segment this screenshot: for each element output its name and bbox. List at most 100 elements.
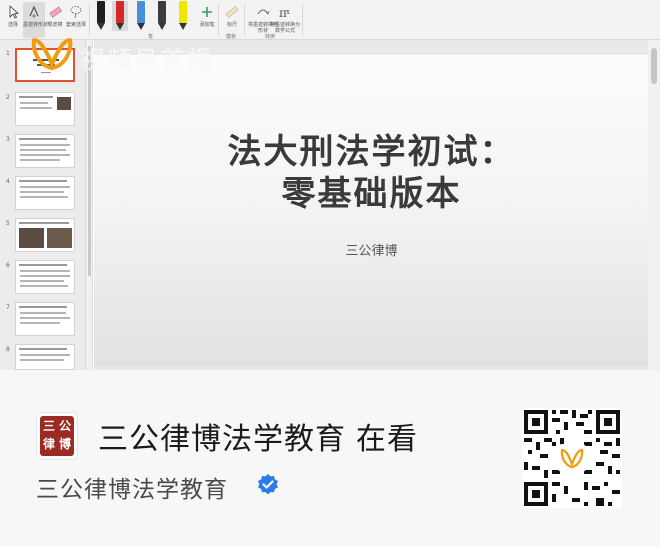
thumbnail-text-line (20, 196, 68, 198)
ink-to-shape-icon (29, 5, 39, 18)
convert-group-label: 转换 (265, 34, 276, 40)
thumbnail-text-line (20, 149, 66, 151)
pen-tip (179, 23, 187, 30)
stencils-group-label: 模板 (226, 34, 237, 40)
math-icon: πx (279, 6, 290, 20)
thumbnail-text-line (20, 285, 68, 287)
pen-red[interactable] (112, 1, 128, 31)
thumbnail-card (15, 260, 75, 294)
pen-tip (97, 23, 105, 30)
thumbnail-6[interactable]: 6 (0, 260, 86, 300)
account-title[interactable]: 三公律博法学教育 (98, 422, 346, 457)
pen-tip (116, 23, 124, 30)
thumbnail-text-line (20, 317, 70, 319)
thumbnail-2[interactable]: 2 (0, 92, 86, 132)
slide-scrollbar[interactable] (648, 40, 660, 370)
pen-blue[interactable] (133, 1, 149, 31)
qr-code[interactable] (522, 408, 622, 508)
thumbnail-title-line (19, 348, 67, 350)
ruler-icon (225, 6, 239, 18)
add-pen-label: 添加笔 (199, 22, 215, 28)
thumbnail-title-line (19, 264, 67, 266)
thumbnail-text-line (20, 354, 70, 356)
eraser-tool-label: 橡皮擦 (47, 22, 63, 28)
ink-ribbon: 选择 墨迹转形状 橡皮擦 套索选择 添加笔 笔 标尺 模板 将墨迹转换为形状 π… (0, 0, 660, 40)
pen-black[interactable] (93, 1, 109, 31)
thumbnail-number: 3 (6, 136, 10, 143)
thumbnail-title-line (19, 138, 67, 140)
thumbnail-number: 8 (6, 346, 10, 353)
thumbnail-scrollbar-thumb[interactable] (88, 46, 91, 276)
slide-thumbnail-panel: 1 2 3 4 5 6 7 8 (0, 40, 86, 370)
avatar[interactable]: 三 公 律 博 (36, 412, 78, 460)
thumbnail-text-line (20, 275, 70, 277)
select-tool-button[interactable]: 选择 (2, 2, 24, 38)
svg-text:x: x (286, 8, 290, 16)
ribbon-separator (89, 4, 90, 36)
thumbnail-title-line (19, 306, 67, 308)
watermark-text: 视频号首播 (80, 46, 215, 74)
pen-tip (137, 23, 145, 30)
thumbnail-scrollbar[interactable] (86, 40, 93, 370)
thumbnail-text-line (20, 280, 64, 282)
thumbnail-3[interactable]: 3 (0, 134, 86, 174)
lasso-tool-label: 套索选择 (65, 22, 86, 28)
add-pen-button[interactable]: 添加笔 (196, 2, 218, 38)
thumbnail-7[interactable]: 7 (0, 302, 86, 342)
thumbnail-text-line (20, 186, 70, 188)
highlighter-yellow[interactable] (175, 1, 191, 31)
thumbnail-title-line (19, 222, 69, 224)
verified-badge-icon (258, 474, 278, 495)
thumbnail-number: 2 (6, 94, 10, 101)
ribbon-separator (302, 4, 303, 36)
pen-dark-gray[interactable] (154, 1, 170, 31)
thumbnail-card (15, 344, 75, 370)
avatar-char: 博 (59, 437, 72, 451)
slide-editing-area: 法大刑法学初试： 零基础版本 三公律博 (94, 40, 660, 370)
thumbnail-title-line (19, 180, 67, 182)
thumbnail-photo (57, 97, 71, 110)
channels-logo-icon (31, 38, 73, 70)
thumbnail-number: 5 (6, 220, 10, 227)
plus-icon (202, 7, 212, 17)
ribbon-separator (218, 4, 219, 36)
pen-body (158, 1, 166, 23)
current-slide[interactable]: 法大刑法学初试： 零基础版本 三公律博 (94, 55, 649, 367)
avatar-char: 律 (43, 437, 56, 451)
slide-scrollbar-thumb[interactable] (651, 48, 657, 84)
thumbnail-text-line (20, 107, 52, 109)
ruler-label: 标尺 (226, 22, 237, 28)
slide-subtitle[interactable]: 三公律博 (94, 240, 649, 259)
thumbnail-text-line (20, 270, 70, 272)
thumbnail-text-line (20, 359, 64, 361)
pen-body (137, 1, 145, 23)
ink-to-shape-tool-button[interactable]: 墨迹转形状 (23, 2, 49, 38)
thumbnail-text-line (20, 102, 48, 104)
pen-body (179, 1, 187, 23)
thumbnail-text-line (20, 322, 60, 324)
thumbnail-number: 7 (6, 304, 10, 311)
pen-body (97, 1, 105, 23)
ink-to-shape-tool-label: 墨迹转形状 (23, 22, 49, 28)
pen-body (116, 1, 124, 23)
eraser-tool-button[interactable]: 橡皮擦 (44, 2, 66, 38)
thumbnail-card (15, 218, 75, 252)
thumbnail-number: 1 (6, 50, 10, 57)
thumbnail-card (15, 176, 75, 210)
thumbnail-text-line (20, 159, 60, 161)
account-title-line: 三公律博法学教育 在看 (98, 414, 428, 458)
slide-title[interactable]: 法大刑法学初试： 零基础版本 (94, 131, 649, 215)
account-name[interactable]: 三公律博法学教育 (36, 470, 228, 504)
thumbnail-card (15, 134, 75, 168)
thumbnail-5[interactable]: 5 (0, 218, 86, 258)
account-footer: 三 公 律 博 三公律博法学教育 在看 三公律博法学教育 (0, 370, 660, 546)
thumbnail-number: 6 (6, 262, 10, 269)
thumbnail-4[interactable]: 4 (0, 176, 86, 216)
ribbon-separator (244, 4, 245, 36)
cursor-icon (9, 5, 20, 19)
lasso-tool-button[interactable]: 套索选择 (64, 2, 88, 38)
pen-tip (158, 23, 166, 30)
thumbnail-text-line (20, 144, 70, 146)
thumbnail-text-line (20, 312, 66, 314)
avatar-char: 公 (59, 419, 72, 433)
